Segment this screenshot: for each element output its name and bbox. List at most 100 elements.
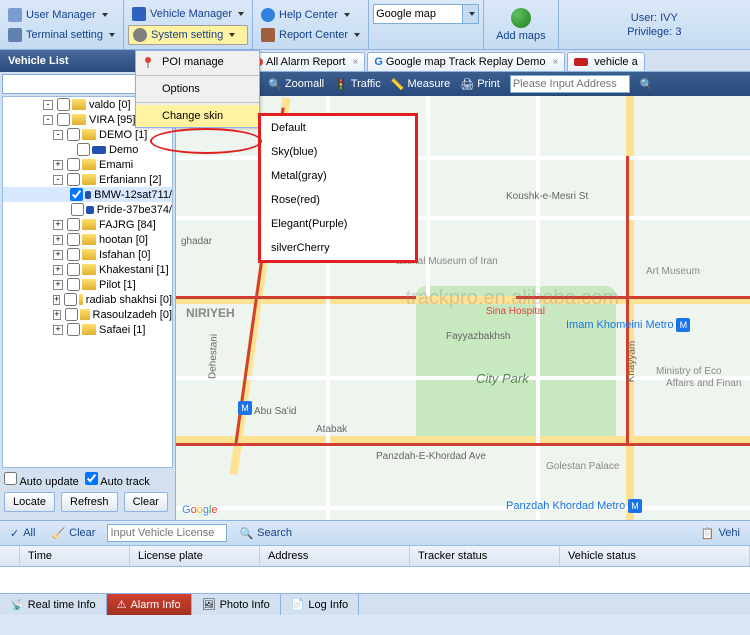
refresh-button[interactable]: Refresh bbox=[61, 492, 118, 512]
folder-icon bbox=[82, 234, 96, 245]
grid-body[interactable] bbox=[0, 567, 750, 593]
tree-node[interactable]: -DEMO [1] bbox=[3, 127, 172, 142]
skin-metal[interactable]: Metal(gray) bbox=[261, 164, 415, 188]
tab-realtime[interactable]: 📡Real time Info bbox=[0, 594, 107, 615]
tree-checkbox[interactable] bbox=[67, 278, 80, 291]
auto-update-check[interactable]: Auto update bbox=[4, 472, 79, 488]
tree-node[interactable]: +radiab shakhsi [0] bbox=[3, 292, 172, 307]
expand-icon[interactable]: + bbox=[53, 280, 63, 290]
tree-checkbox[interactable] bbox=[57, 113, 70, 126]
expand-icon[interactable]: + bbox=[53, 160, 63, 170]
tree-checkbox[interactable] bbox=[65, 308, 78, 321]
col-address[interactable]: Address bbox=[260, 546, 410, 566]
map-provider-input[interactable] bbox=[373, 4, 463, 24]
expand-icon[interactable]: + bbox=[53, 325, 63, 335]
col-vehicle-status[interactable]: Vehicle status bbox=[560, 546, 750, 566]
tab-vehicle[interactable]: vehicle a bbox=[567, 52, 644, 71]
license-search-input[interactable] bbox=[107, 524, 227, 542]
vehi-btn[interactable]: 📋Vehi bbox=[697, 525, 744, 542]
search-btn[interactable]: 🔍Search bbox=[235, 525, 296, 542]
map-label: Ministry of Eco bbox=[656, 366, 722, 377]
terminal-setting-btn[interactable]: Terminal setting bbox=[4, 26, 119, 44]
user-manager-btn[interactable]: User Manager bbox=[4, 6, 119, 24]
map-provider-combo[interactable] bbox=[373, 4, 479, 24]
tree-node[interactable]: +Safaei [1] bbox=[3, 322, 172, 337]
measure-btn[interactable]: 📏Measure bbox=[391, 78, 451, 91]
tree-checkbox[interactable] bbox=[71, 203, 84, 216]
expand-icon[interactable]: + bbox=[53, 250, 63, 260]
tree-node[interactable]: Demo bbox=[3, 142, 172, 157]
menu-poi-manage[interactable]: POI manage bbox=[136, 51, 259, 73]
expand-icon[interactable]: - bbox=[53, 175, 63, 185]
traffic-btn[interactable]: 🚦Traffic bbox=[334, 78, 381, 91]
clear-button[interactable]: Clear bbox=[124, 492, 168, 512]
system-setting-btn[interactable]: System setting bbox=[128, 25, 248, 45]
clear-grid-btn[interactable]: 🧹Clear bbox=[47, 525, 99, 542]
skin-silvercherry[interactable]: silverCherry bbox=[261, 236, 415, 260]
tree-node[interactable]: BMW-12sat711/ bbox=[3, 187, 172, 202]
add-maps-btn[interactable]: Add maps bbox=[484, 0, 559, 49]
tree-checkbox[interactable] bbox=[67, 158, 80, 171]
skin-rose[interactable]: Rose(red) bbox=[261, 188, 415, 212]
help-icon bbox=[261, 8, 275, 22]
skin-elegant[interactable]: Elegant(Purple) bbox=[261, 212, 415, 236]
tree-node[interactable]: -Erfaniann [2] bbox=[3, 172, 172, 187]
tree-node[interactable]: + Emami bbox=[3, 157, 172, 172]
tree-checkbox[interactable] bbox=[67, 248, 80, 261]
tab-alarm[interactable]: ⚠Alarm Info bbox=[107, 594, 192, 615]
address-search-btn[interactable]: 🔍 bbox=[640, 78, 654, 91]
expand-icon[interactable]: + bbox=[53, 235, 63, 245]
tree-checkbox[interactable] bbox=[64, 293, 77, 306]
expand-icon[interactable]: - bbox=[53, 130, 63, 140]
expand-icon[interactable]: - bbox=[43, 100, 53, 110]
tree-checkbox[interactable] bbox=[67, 323, 80, 336]
tree-checkbox[interactable] bbox=[67, 218, 80, 231]
tree-node[interactable]: +hootan [0] bbox=[3, 232, 172, 247]
tab-track-replay[interactable]: GGoogle map Track Replay Demo× bbox=[367, 52, 565, 71]
col-plate[interactable]: License plate bbox=[130, 546, 260, 566]
close-icon[interactable]: × bbox=[352, 57, 358, 68]
tree-node[interactable]: +Rasoulzadeh [0] bbox=[3, 307, 172, 322]
tree-checkbox[interactable] bbox=[77, 143, 90, 156]
col-time[interactable]: Time bbox=[20, 546, 130, 566]
tree-checkbox[interactable] bbox=[70, 188, 83, 201]
report-icon bbox=[261, 28, 275, 42]
expand-icon[interactable]: + bbox=[53, 310, 61, 320]
vehicle-tree[interactable]: -valdo [0]-VIRA [95]-DEMO [1]Demo+Emami-… bbox=[2, 96, 173, 468]
tab-photo[interactable]: 🖼Photo Info bbox=[192, 594, 281, 615]
report-center-btn[interactable]: Report Center bbox=[257, 26, 364, 44]
tree-node[interactable]: +Pilot [1] bbox=[3, 277, 172, 292]
address-input[interactable] bbox=[510, 75, 630, 93]
expand-icon[interactable]: + bbox=[53, 295, 60, 305]
menu-change-skin[interactable]: Change skin bbox=[136, 105, 259, 127]
expand-icon[interactable]: + bbox=[53, 220, 63, 230]
menu-options[interactable]: Options bbox=[136, 78, 259, 100]
tree-node[interactable]: +FAJRG [84] bbox=[3, 217, 172, 232]
tab-alarm-report[interactable]: All Alarm Report× bbox=[248, 52, 365, 71]
tree-checkbox[interactable] bbox=[67, 263, 80, 276]
col-tracker-status[interactable]: Tracker status bbox=[410, 546, 560, 566]
tree-node[interactable]: +Isfahan [0] bbox=[3, 247, 172, 262]
skin-default[interactable]: Default bbox=[261, 116, 415, 140]
zoomall-btn[interactable]: 🔍Zoomall bbox=[268, 78, 324, 91]
tree-checkbox[interactable] bbox=[67, 233, 80, 246]
tab-log[interactable]: 📄Log Info bbox=[281, 594, 359, 615]
chevron-down-icon bbox=[344, 13, 350, 17]
tree-node[interactable]: +Khakestani [1] bbox=[3, 262, 172, 277]
print-btn[interactable]: 🖨Print bbox=[460, 78, 500, 91]
expand-icon[interactable]: + bbox=[53, 265, 63, 275]
locate-button[interactable]: Locate bbox=[4, 492, 55, 512]
folder-icon bbox=[82, 129, 96, 140]
tree-checkbox[interactable] bbox=[57, 98, 70, 111]
tree-checkbox[interactable] bbox=[67, 173, 80, 186]
all-btn[interactable]: ✓All bbox=[6, 525, 39, 542]
auto-track-check[interactable]: Auto track bbox=[85, 472, 150, 488]
tree-checkbox[interactable] bbox=[67, 128, 80, 141]
help-center-btn[interactable]: Help Center bbox=[257, 6, 364, 24]
skin-sky[interactable]: Sky(blue) bbox=[261, 140, 415, 164]
tree-node[interactable]: Pride-37be374/ bbox=[3, 202, 172, 217]
expand-icon[interactable]: - bbox=[43, 115, 53, 125]
vehicle-manager-btn[interactable]: Vehicle Manager bbox=[128, 5, 248, 23]
tree-label: Emami bbox=[99, 159, 133, 171]
close-icon[interactable]: × bbox=[552, 57, 558, 68]
